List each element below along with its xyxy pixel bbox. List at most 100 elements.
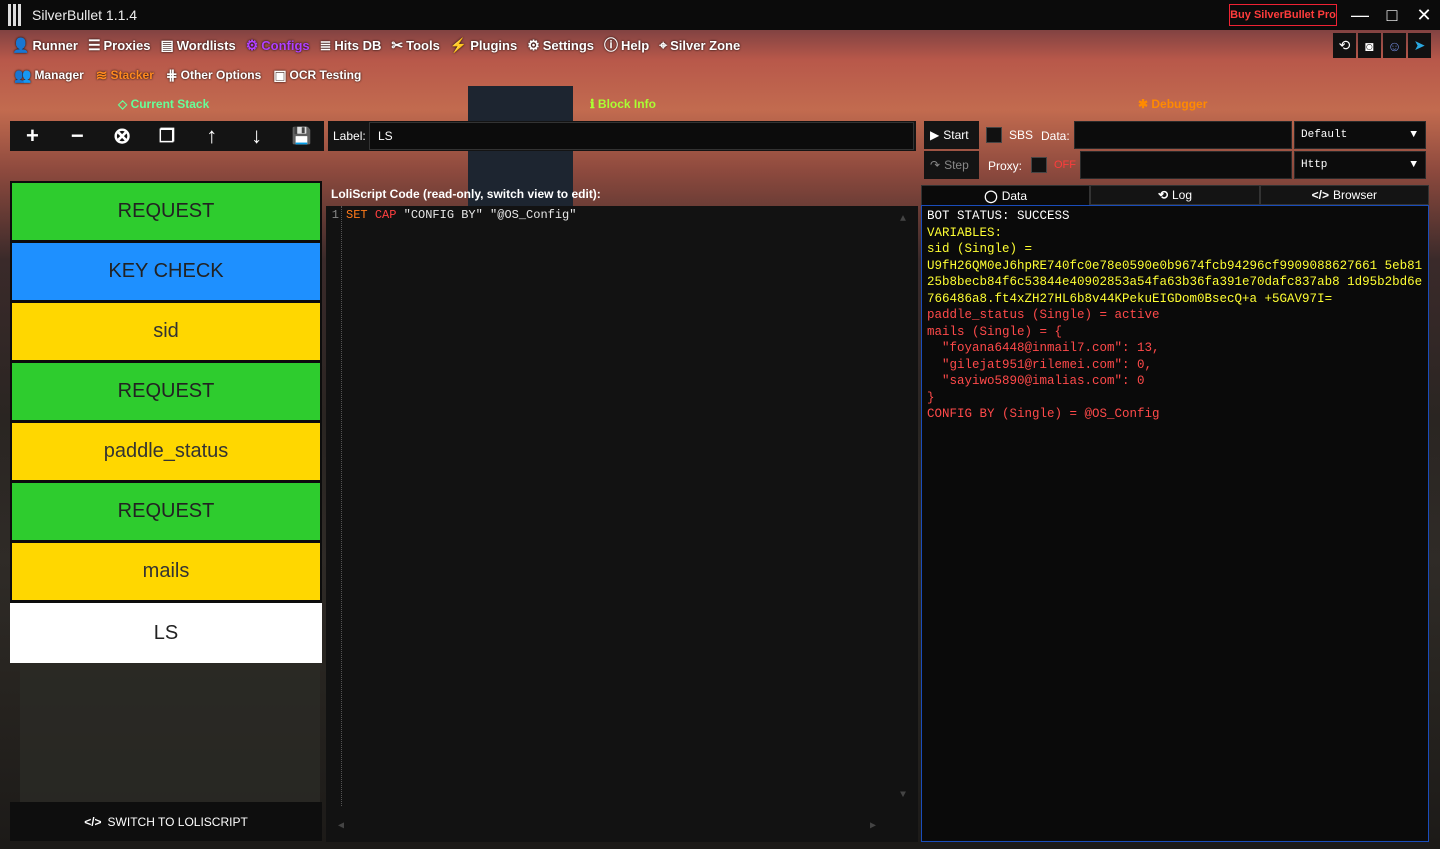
document-icon: ▤ (160, 36, 174, 53)
proxy-type-value: Http (1301, 159, 1328, 171)
proxy-input[interactable] (1080, 151, 1292, 179)
subnav-other-options[interactable]: ⋕ Other Options (166, 67, 261, 84)
subnav-stacker[interactable]: ≋ Stacker (96, 67, 154, 84)
sbs-checkbox[interactable] (986, 127, 1002, 143)
wordlist-type-value: Default (1301, 129, 1348, 141)
output-line: mails (Single) = { (927, 324, 1063, 339)
main-nav: 👤 Runner ☰ Proxies ▤ Wordlists ⚙ Configs ≣ Hits D… (12, 34, 740, 56)
database-icon: ≣ (319, 36, 332, 53)
start-label: Start (943, 128, 969, 142)
chevron-down-icon: ▼ (1410, 159, 1417, 171)
circle-icon: ◯ (984, 188, 998, 203)
stack-block[interactable]: mails (12, 543, 320, 600)
output-line: "gilejat951@rilemei.com": 0, (927, 357, 1153, 372)
nav-plugins[interactable]: ⚡ Plugins (450, 37, 517, 54)
telegram-icon[interactable]: ➤ (1408, 33, 1431, 58)
stack-block[interactable]: KEY CHECK (12, 243, 320, 300)
tab-label: Data (1001, 188, 1028, 203)
close-button[interactable]: ✕ (1413, 4, 1435, 26)
debugger-label: Debugger (1151, 97, 1208, 111)
wordlist-type-select[interactable]: Default ▼ (1294, 121, 1426, 149)
debugger-output[interactable]: BOT STATUS: SUCCESS VARIABLES: sid (Single… (921, 205, 1429, 842)
remove-block-button[interactable]: − (62, 123, 92, 149)
minimize-button[interactable]: — (1349, 4, 1371, 26)
nav-help[interactable]: ⓘ Help (604, 35, 649, 55)
buy-pro-button[interactable]: Buy SilverBullet Pro (1229, 4, 1337, 26)
output-line: sid (Single) = (927, 242, 1033, 256)
subnav-ocr-testing[interactable]: ▣ OCR Testing (273, 67, 361, 84)
tab-log[interactable]: ⟲ Log (1090, 185, 1260, 205)
nav-silver-zone[interactable]: ⌖ Silver Zone (659, 37, 740, 54)
scroll-down-icon[interactable]: ▼ (900, 790, 906, 801)
nav-label: Tools (406, 37, 440, 53)
proxy-checkbox[interactable] (1031, 157, 1047, 173)
scroll-left-icon[interactable]: ◀ (338, 820, 344, 832)
save-config-button[interactable]: 💾 (286, 126, 316, 146)
loliscript-editor[interactable]: 1 SET CAP "CONFIG BY" "@OS_Config" ▲ ▼ ◀… (326, 206, 918, 842)
start-button[interactable]: ▶ Start (924, 121, 979, 149)
scroll-up-icon[interactable]: ▲ (900, 214, 906, 225)
code-keyword-set: SET (346, 208, 368, 222)
discord-icon[interactable]: ☺ (1383, 33, 1406, 58)
proxy-type-select[interactable]: Http ▼ (1294, 151, 1426, 179)
sub-nav: 👥 Manager ≋ Stacker ⋕ Other Options ▣ OCR Testi… (14, 66, 361, 84)
step-label: Step (944, 158, 969, 172)
nav-settings[interactable]: ⚙ Settings (527, 37, 594, 54)
sliders-icon: ⋕ (165, 66, 178, 83)
nav-configs[interactable]: ⚙ Configs (246, 37, 310, 54)
code-title: LoliScript Code (read-only, switch view … (331, 187, 601, 201)
output-line: } (927, 390, 935, 405)
subnav-manager[interactable]: 👥 Manager (14, 67, 84, 84)
output-line: CONFIG BY (Single) = @OS_Config (927, 407, 1160, 421)
proxy-state: OFF (1054, 159, 1076, 171)
data-input[interactable] (1074, 121, 1292, 149)
tab-data[interactable]: ◯ Data (921, 185, 1091, 205)
clear-blocks-button[interactable]: ⊗ (107, 123, 137, 149)
subnav-label: Other Options (180, 68, 262, 82)
output-line: "sayiwo5890@imalias.com": 0 (927, 374, 1145, 388)
switch-to-loliscript-button[interactable]: </> SWITCH TO LOLISCRIPT (10, 802, 322, 841)
stack-block[interactable]: LS (10, 603, 322, 663)
stack-block[interactable]: REQUEST (12, 183, 320, 240)
subnav-label: Manager (34, 68, 84, 82)
output-line: paddle_status (Single) = active (927, 308, 1160, 322)
move-down-button[interactable]: ↓ (242, 123, 272, 149)
gear-icon: ⚙ (245, 36, 259, 53)
cog-icon: ⚙ (527, 36, 540, 53)
code-keyword-cap: CAP (374, 208, 397, 222)
move-up-button[interactable]: ↑ (197, 123, 227, 149)
nav-label: Proxies (103, 37, 151, 53)
tab-browser[interactable]: </> Browser (1259, 185, 1429, 205)
stack-block[interactable]: REQUEST (12, 483, 320, 540)
nav-label: Runner (32, 37, 78, 53)
stack-block[interactable]: REQUEST (12, 363, 320, 420)
data-label: Data: (1041, 129, 1070, 143)
app-logo-icon (8, 4, 24, 26)
history-icon[interactable]: ⟲ (1333, 33, 1356, 58)
nav-runner[interactable]: 👤 Runner (12, 37, 78, 54)
nav-label: Help (621, 37, 650, 53)
add-block-button[interactable]: + (17, 123, 47, 149)
tab-label: Browser (1332, 188, 1377, 202)
server-icon: ☰ (87, 36, 101, 53)
code-icon: </> (1311, 188, 1329, 202)
code-arg-value: "@OS_Config" (490, 208, 577, 222)
block-label-input[interactable] (369, 122, 914, 150)
stack-block[interactable]: sid (12, 303, 320, 360)
maximize-button[interactable]: □ (1381, 4, 1403, 26)
nav-hits-db[interactable]: ≣ Hits DB (320, 37, 382, 54)
tools-icon: ✂ (391, 36, 404, 53)
nav-wordlists[interactable]: ▤ Wordlists (160, 37, 235, 54)
output-line: VARIABLES: (927, 225, 1003, 240)
nav-tools[interactable]: ✂ Tools (391, 37, 439, 54)
nav-proxies[interactable]: ☰ Proxies (88, 37, 151, 54)
block-info-label: Block Info (597, 97, 656, 111)
stack-block[interactable]: paddle_status (12, 423, 320, 480)
clone-block-button[interactable]: ❐ (152, 126, 182, 147)
nav-label: Hits DB (334, 37, 382, 53)
step-button[interactable]: ↷ Step (924, 151, 979, 179)
camera-icon[interactable]: ◙ (1358, 33, 1381, 58)
scroll-right-icon[interactable]: ▶ (870, 820, 876, 832)
background-building (20, 660, 320, 802)
code-line: SET CAP "CONFIG BY" "@OS_Config" (346, 208, 576, 222)
